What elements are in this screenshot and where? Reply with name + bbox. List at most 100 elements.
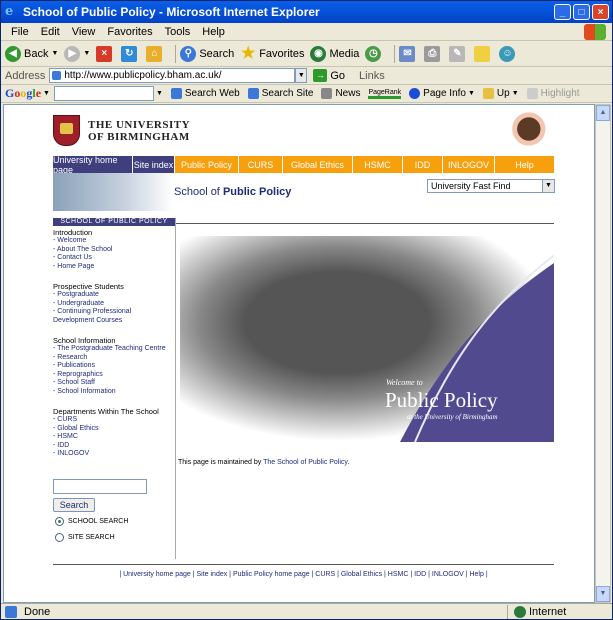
menu-favorites[interactable]: Favorites	[107, 26, 152, 38]
sidebar-link-contact[interactable]: - Contact Us	[53, 254, 175, 263]
windows-logo-icon	[584, 24, 606, 40]
site-search-radio[interactable]: SITE SEARCH	[55, 533, 115, 542]
address-dropdown-icon[interactable]: ▼	[295, 68, 308, 83]
home-button[interactable]: ⌂	[146, 45, 165, 62]
back-button[interactable]: ◀ Back ▼	[5, 45, 59, 62]
stop-button[interactable]: ×	[96, 45, 115, 62]
back-dropdown-icon: ▼	[51, 50, 59, 57]
messenger-button[interactable]: ☺	[499, 45, 518, 62]
sidebar-link-curs[interactable]: - CURS	[53, 416, 175, 425]
sidebar-link-hsmc[interactable]: - HSMC	[53, 433, 175, 442]
info-icon	[409, 88, 421, 99]
search-button[interactable]: ⚲ Search	[180, 45, 234, 62]
refresh-button[interactable]: ↻	[121, 45, 140, 62]
sidebar-link-research[interactable]: - Research	[53, 354, 175, 363]
footer-divider	[53, 564, 554, 565]
sidebar-link-idd[interactable]: - IDD	[53, 442, 175, 451]
forward-button[interactable]: ▶ ▼	[64, 45, 90, 62]
sidebar-link-publications[interactable]: - Publications	[53, 362, 175, 371]
status-text: Done	[24, 605, 51, 618]
sidebar-link-reprographics[interactable]: - Reprographics	[53, 371, 175, 380]
favorites-button[interactable]: ★ Favorites	[240, 45, 304, 62]
back-arrow-icon: ◀	[5, 45, 21, 62]
address-input[interactable]: http://www.publicpolicy.bham.ac.uk/	[49, 68, 296, 83]
sidebar-link-teaching-centre[interactable]: - The Postgraduate Teaching Centre	[53, 345, 175, 354]
search-site-icon	[247, 88, 259, 99]
sidebar-link-undergraduate[interactable]: - Undergraduate	[53, 300, 175, 309]
maximize-button[interactable]: □	[573, 4, 590, 20]
school-search-label: SCHOOL SEARCH	[68, 518, 129, 525]
vertical-scrollbar[interactable]: ▲ ▼	[595, 104, 611, 603]
content-divider	[176, 223, 554, 224]
school-search-radio[interactable]: SCHOOL SEARCH	[55, 517, 128, 526]
toolbar-separator	[175, 44, 177, 63]
fast-find-select[interactable]: University Fast Find ▼	[427, 179, 555, 193]
site-search-input[interactable]	[53, 479, 147, 494]
up-button[interactable]: Up ▼	[482, 88, 519, 99]
sidebar-section-school-info: School Information - The Postgraduate Te…	[53, 336, 175, 396]
discuss-button[interactable]	[474, 45, 493, 62]
back-label: Back	[24, 47, 49, 60]
news-icon	[321, 88, 333, 99]
highlight-button[interactable]: Highlight	[526, 88, 580, 99]
menu-file[interactable]: File	[11, 26, 29, 38]
edit-button[interactable]: ✎	[449, 45, 468, 62]
mail-button[interactable]: ✉	[399, 45, 418, 62]
search-web-button[interactable]: Search Web	[170, 88, 240, 99]
sidebar-link-staff[interactable]: - School Staff	[53, 379, 175, 388]
nav-university-home[interactable]: University home page	[53, 155, 133, 175]
menu-view[interactable]: View	[72, 26, 96, 38]
menu-edit[interactable]: Edit	[41, 26, 60, 38]
nav-curs[interactable]: CURS	[239, 156, 283, 173]
links-label[interactable]: Links	[359, 70, 385, 82]
sidebar-link-postgraduate[interactable]: - Postgraduate	[53, 291, 175, 300]
sidebar-link-about[interactable]: - About The School	[53, 246, 175, 255]
university-logo[interactable]: THE UNIVERSITY OF BIRMINGHAM	[53, 115, 190, 146]
history-button[interactable]: ◷	[365, 45, 384, 62]
sidebar-link-welcome[interactable]: - Welcome	[53, 237, 175, 246]
footer-links[interactable]: | University home page | Site index | Pu…	[53, 571, 554, 578]
ie-icon: e	[5, 4, 14, 19]
sidebar-link-cpd[interactable]: - Continuing Professional	[53, 308, 175, 317]
nav-inlogov[interactable]: INLOGOV	[443, 156, 495, 173]
media-button[interactable]: ◉ Media	[310, 45, 359, 62]
search-submit-button[interactable]: Search	[53, 498, 95, 512]
nav-public-policy[interactable]: Public Policy	[175, 156, 239, 173]
forward-arrow-icon: ▶	[64, 45, 81, 62]
scroll-down-icon[interactable]: ▼	[596, 586, 610, 602]
nav-help[interactable]: Help	[495, 156, 554, 173]
page-info-button[interactable]: Page Info ▼	[409, 88, 475, 99]
menu-tools[interactable]: Tools	[165, 26, 191, 38]
minimize-button[interactable]: _	[554, 4, 571, 20]
close-button[interactable]: ×	[592, 4, 609, 20]
print-button[interactable]: ⎙	[424, 45, 443, 62]
google-search-input[interactable]	[53, 86, 154, 101]
sidebar-section-title: Departments Within The School	[53, 407, 159, 416]
scroll-up-icon[interactable]: ▲	[596, 105, 610, 121]
menu-help[interactable]: Help	[202, 26, 225, 38]
news-label: News	[335, 88, 361, 99]
page-title-main: Public Policy	[222, 186, 292, 198]
toolbar: ◀ Back ▼ ▶ ▼ × ↻ ⌂ ⚲ Search ★ Favorites …	[1, 41, 612, 67]
nav-idd[interactable]: IDD	[403, 156, 443, 173]
nav-hsmc[interactable]: HSMC	[353, 156, 403, 173]
search-site-button[interactable]: Search Site	[247, 88, 313, 99]
sidebar-link-global-ethics[interactable]: - Global Ethics	[53, 425, 175, 434]
google-input-dropdown-icon[interactable]: ▼	[156, 90, 163, 97]
google-dropdown-icon[interactable]: ▼	[43, 90, 50, 97]
sidebar-link-home[interactable]: - Home Page	[53, 263, 175, 272]
maintained-notice: This page is maintained by The School of…	[178, 459, 349, 466]
news-button[interactable]: News	[321, 88, 360, 99]
maintained-link[interactable]: The School of Public Policy	[263, 459, 347, 466]
history-icon: ◷	[365, 45, 382, 62]
nav-global-ethics[interactable]: Global Ethics	[283, 156, 353, 173]
hero-welcome: Welcome to	[386, 378, 423, 387]
sidebar-link-inlogov[interactable]: - INLOGOV	[53, 450, 175, 459]
sidebar-link-school-information[interactable]: - School Information	[53, 388, 175, 397]
nav-site-index[interactable]: Site index	[133, 156, 175, 173]
google-logo[interactable]: Google	[5, 86, 41, 101]
mail-icon: ✉	[399, 45, 416, 62]
page-title: School of Public Policy	[174, 186, 291, 198]
go-button[interactable]: → Go	[313, 69, 345, 82]
sidebar-link-cpd-cont[interactable]: Development Courses	[53, 317, 175, 326]
